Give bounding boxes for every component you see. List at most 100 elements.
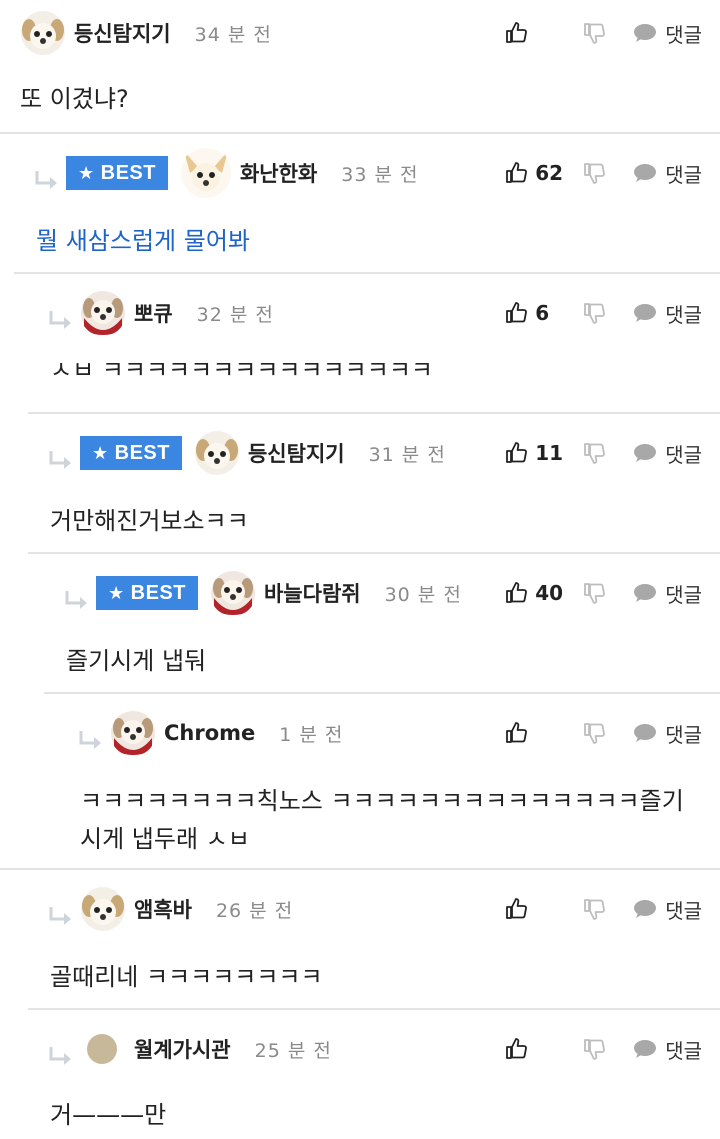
comment: 월계가시관 25 분 전 댓글 거———만 bbox=[28, 1010, 720, 1139]
reply-button[interactable]: 댓글 bbox=[633, 159, 702, 188]
avatar[interactable] bbox=[180, 147, 232, 199]
comment-text: 즐기시게 냅둬 bbox=[66, 647, 207, 675]
nickname[interactable]: 앰흑바 bbox=[134, 894, 192, 924]
dislike-button[interactable] bbox=[583, 441, 607, 465]
best-label: BEST bbox=[114, 441, 170, 464]
thumbs-down-icon bbox=[583, 721, 607, 745]
avatar[interactable] bbox=[80, 290, 126, 336]
chihuahua-avatar-icon bbox=[180, 147, 232, 199]
dislike-button[interactable] bbox=[583, 721, 607, 745]
dislike-button[interactable] bbox=[583, 897, 607, 921]
like-button[interactable]: 62 bbox=[505, 161, 575, 185]
speech-bubble-icon bbox=[633, 1039, 657, 1059]
dislike-button[interactable] bbox=[583, 581, 607, 605]
comment-text-line: ㅋㅋㅋㅋㅋㅋㅋㅋ칙노스 ㅋㅋㅋㅋㅋㅋㅋㅋㅋㅋㅋㅋㅋㅋ즐기 bbox=[80, 787, 684, 815]
thumbs-up-icon bbox=[505, 21, 529, 45]
comment: 앰흑바 26 분 전 댓글 골때리네 ㅋㅋㅋㅋㅋㅋㅋㅋ bbox=[28, 870, 720, 1008]
timestamp: 33 분 전 bbox=[341, 163, 419, 186]
comment-actions: 댓글 bbox=[505, 8, 702, 58]
like-count: 11 bbox=[535, 441, 564, 465]
nickname[interactable]: 뽀큐 bbox=[134, 298, 173, 328]
reply-button[interactable]: 댓글 bbox=[633, 299, 702, 328]
thumbs-down-icon bbox=[583, 897, 607, 921]
reply-button[interactable]: 댓글 bbox=[633, 1035, 702, 1064]
reply-label: 댓글 bbox=[665, 898, 702, 923]
timestamp: 26 분 전 bbox=[215, 899, 294, 922]
nickname[interactable]: 월계가시관 bbox=[134, 1034, 231, 1064]
like-count: 62 bbox=[535, 161, 564, 185]
nickname[interactable]: 등신탐지기 bbox=[74, 18, 171, 48]
thumbs-down-icon bbox=[583, 161, 607, 185]
like-button[interactable] bbox=[505, 21, 575, 45]
dog-avatar-icon bbox=[80, 290, 126, 336]
best-badge: ★ BEST bbox=[80, 436, 182, 470]
reply-label: 댓글 bbox=[665, 162, 702, 187]
comment-text: 또 이겼냐? bbox=[20, 85, 129, 113]
reply-button[interactable]: 댓글 bbox=[633, 439, 702, 468]
like-button[interactable] bbox=[505, 721, 575, 745]
dog-avatar-icon bbox=[194, 430, 240, 476]
comment-text: 골때리네 ㅋㅋㅋㅋㅋㅋㅋㅋ bbox=[50, 963, 323, 991]
comment: ★ BEST 등신탐지기 31 분 전 11 댓글 거만해진거보소ㅋㅋ bbox=[28, 414, 720, 552]
like-button[interactable]: 6 bbox=[505, 301, 575, 325]
best-label: BEST bbox=[130, 581, 186, 604]
reply-label: 댓글 bbox=[665, 302, 702, 327]
like-count: 6 bbox=[535, 301, 550, 325]
thumbs-up-icon bbox=[505, 441, 529, 465]
reply-arrow-icon bbox=[48, 1045, 74, 1067]
default-avatar-icon bbox=[87, 1034, 117, 1064]
reply-button[interactable]: 댓글 bbox=[633, 719, 702, 748]
comment-actions: 11 댓글 bbox=[505, 428, 702, 478]
thumbs-down-icon bbox=[583, 1037, 607, 1061]
comment-actions: 댓글 bbox=[505, 1024, 702, 1074]
star-icon: ★ bbox=[78, 162, 95, 183]
avatar[interactable] bbox=[20, 10, 66, 56]
reply-arrow-icon bbox=[34, 169, 60, 191]
like-button[interactable]: 40 bbox=[505, 581, 575, 605]
comment-actions: 댓글 bbox=[505, 884, 702, 934]
thumbs-down-icon bbox=[583, 581, 607, 605]
reply-label: 댓글 bbox=[665, 1038, 702, 1063]
timestamp: 30 분 전 bbox=[384, 583, 462, 606]
star-icon: ★ bbox=[92, 442, 109, 463]
dislike-button[interactable] bbox=[583, 21, 607, 45]
nickname[interactable]: 화난한화 bbox=[240, 158, 317, 188]
comment-text: 뭘 새삼스럽게 물어봐 bbox=[36, 227, 250, 255]
like-count: 40 bbox=[535, 581, 564, 605]
like-button[interactable] bbox=[505, 897, 575, 921]
comment: 등신탐지기 34 분 전 댓글 또 이겼냐? bbox=[0, 0, 720, 132]
nickname[interactable]: Chrome bbox=[164, 721, 255, 745]
reply-button[interactable]: 댓글 bbox=[633, 19, 702, 48]
thumbs-up-icon bbox=[505, 161, 529, 185]
avatar[interactable] bbox=[80, 886, 126, 932]
avatar[interactable] bbox=[86, 1033, 118, 1065]
comment-text: ㅅㅂ ㅋㅋㅋㅋㅋㅋㅋㅋㅋㅋㅋㅋㅋㅋㅋ bbox=[50, 362, 433, 384]
dog-avatar-icon bbox=[80, 886, 126, 932]
comment: ★ BEST 바늘다람쥐 30 분 전 40 댓글 즐기시게 냅둬 bbox=[44, 554, 720, 692]
speech-bubble-icon bbox=[633, 583, 657, 603]
thumbs-down-icon bbox=[583, 441, 607, 465]
avatar[interactable] bbox=[194, 430, 240, 476]
reply-button[interactable]: 댓글 bbox=[633, 579, 702, 608]
reply-label: 댓글 bbox=[665, 582, 702, 607]
thumbs-down-icon bbox=[583, 301, 607, 325]
speech-bubble-icon bbox=[633, 723, 657, 743]
timestamp: 1 분 전 bbox=[279, 723, 344, 746]
timestamp: 34 분 전 bbox=[194, 23, 272, 46]
dislike-button[interactable] bbox=[583, 161, 607, 185]
reply-arrow-icon bbox=[78, 729, 104, 751]
like-button[interactable]: 11 bbox=[505, 441, 575, 465]
dislike-button[interactable] bbox=[583, 1037, 607, 1061]
thumbs-up-icon bbox=[505, 581, 529, 605]
nickname[interactable]: 바늘다람쥐 bbox=[264, 578, 361, 608]
dislike-button[interactable] bbox=[583, 301, 607, 325]
comment-text: ㅋㅋㅋㅋㅋㅋㅋㅋ칙노스 ㅋㅋㅋㅋㅋㅋㅋㅋㅋㅋㅋㅋㅋㅋ즐기 시게 냅두래 ㅅㅂ bbox=[80, 782, 684, 858]
nickname[interactable]: 등신탐지기 bbox=[248, 438, 345, 468]
like-button[interactable] bbox=[505, 1037, 575, 1061]
reply-arrow-icon bbox=[48, 449, 74, 471]
reply-button[interactable]: 댓글 bbox=[633, 895, 702, 924]
avatar[interactable] bbox=[110, 710, 156, 756]
comment: ★ BEST 화난한화 33 분 전 62 댓글 뭘 새삼스럽게 물어봐 bbox=[14, 134, 720, 272]
comment-actions: 40 댓글 bbox=[505, 568, 702, 618]
avatar[interactable] bbox=[210, 570, 256, 616]
